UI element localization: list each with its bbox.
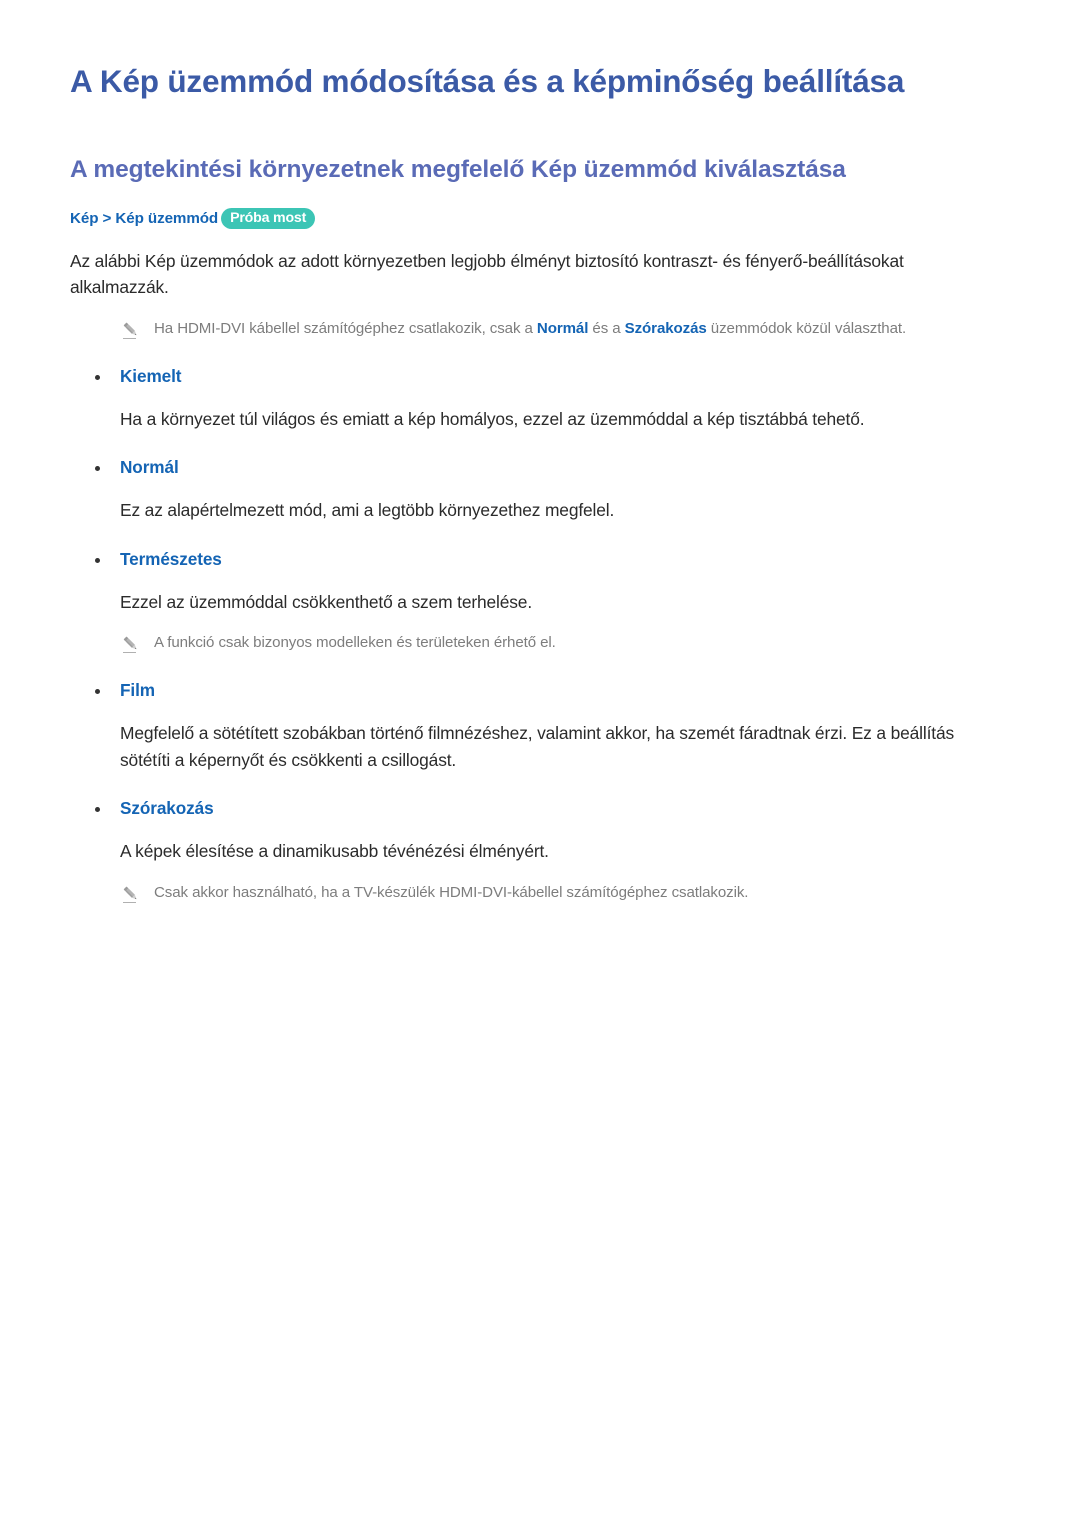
mode-description-termeszetes: Ezzel az üzemmóddal csökkenthető a szem … [120,591,533,612]
note-term-normal: Normál [536,319,589,337]
bullet-dot-icon [95,374,100,380]
note-termeszetes-text: A funkció csak bizonyos modelleken és te… [154,634,556,652]
note-intro-text: Ha HDMI-DVI kábellel számítógéphez csatl… [154,318,906,341]
pencil-icon [120,319,142,341]
note-suffix: üzemmódok közül választhat. [706,319,907,337]
mode-label-normal: Normál [120,457,179,478]
note-middle: és a [588,319,625,337]
mode-label-termeszetes: Természetes [120,548,222,569]
mode-label-film: Film [120,680,155,701]
document-page: A Kép üzemmód módosítása és a képminőség… [0,0,1080,1527]
bullet-dot-icon [95,557,100,563]
pencil-icon [120,633,142,655]
section-heading: A megtekintési környezetnek megfelelő Ké… [70,156,846,184]
intro-paragraph: Az alábbi Kép üzemmódok az adott környez… [70,251,904,298]
list-item: Természetes [95,524,1002,570]
breadcrumb: Kép > Kép üzemmód Próba most [70,207,1002,229]
try-now-badge[interactable]: Próba most [221,207,316,229]
breadcrumb-path: Kép > Kép üzemmód [70,209,219,227]
mode-description-szorakozas: A képek élesítése a dinamikusabb tévénéz… [120,841,549,862]
list-item: Film [95,655,1002,701]
bullet-dot-icon [95,807,100,813]
mode-label-szorakozas: Szórakozás [120,798,214,819]
note-term-entertainment: Szórakozás [624,319,707,337]
note-intro: Ha HDMI-DVI kábellel számítógéphez csatl… [120,301,1002,341]
bullet-dot-icon [95,466,100,472]
note-prefix: Ha HDMI-DVI kábellel számítógéphez csatl… [154,319,537,337]
note-szorakozas-text: Csak akkor használható, ha a TV-készülék… [154,883,749,901]
note-termeszetes: A funkció csak bizonyos modelleken és te… [120,615,1002,655]
mode-description-kiemelt: Ha a környezet túl világos és emiatt a k… [120,408,865,429]
list-item: Szórakozás [95,773,1002,819]
bullet-dot-icon [95,689,100,695]
pencil-icon [120,883,142,905]
mode-label-kiemelt: Kiemelt [120,365,182,386]
mode-description-film: Megfelelő a sötétített szobákban történő… [120,723,955,770]
list-item: Normál [95,432,1002,478]
page-title: A Kép üzemmód módosítása és a képminőség… [70,63,905,99]
note-szorakozas: Csak akkor használható, ha a TV-készülék… [120,865,1002,905]
list-item: Kiemelt [95,341,1002,387]
mode-description-normal: Ez az alapértelmezett mód, ami a legtöbb… [120,500,615,521]
